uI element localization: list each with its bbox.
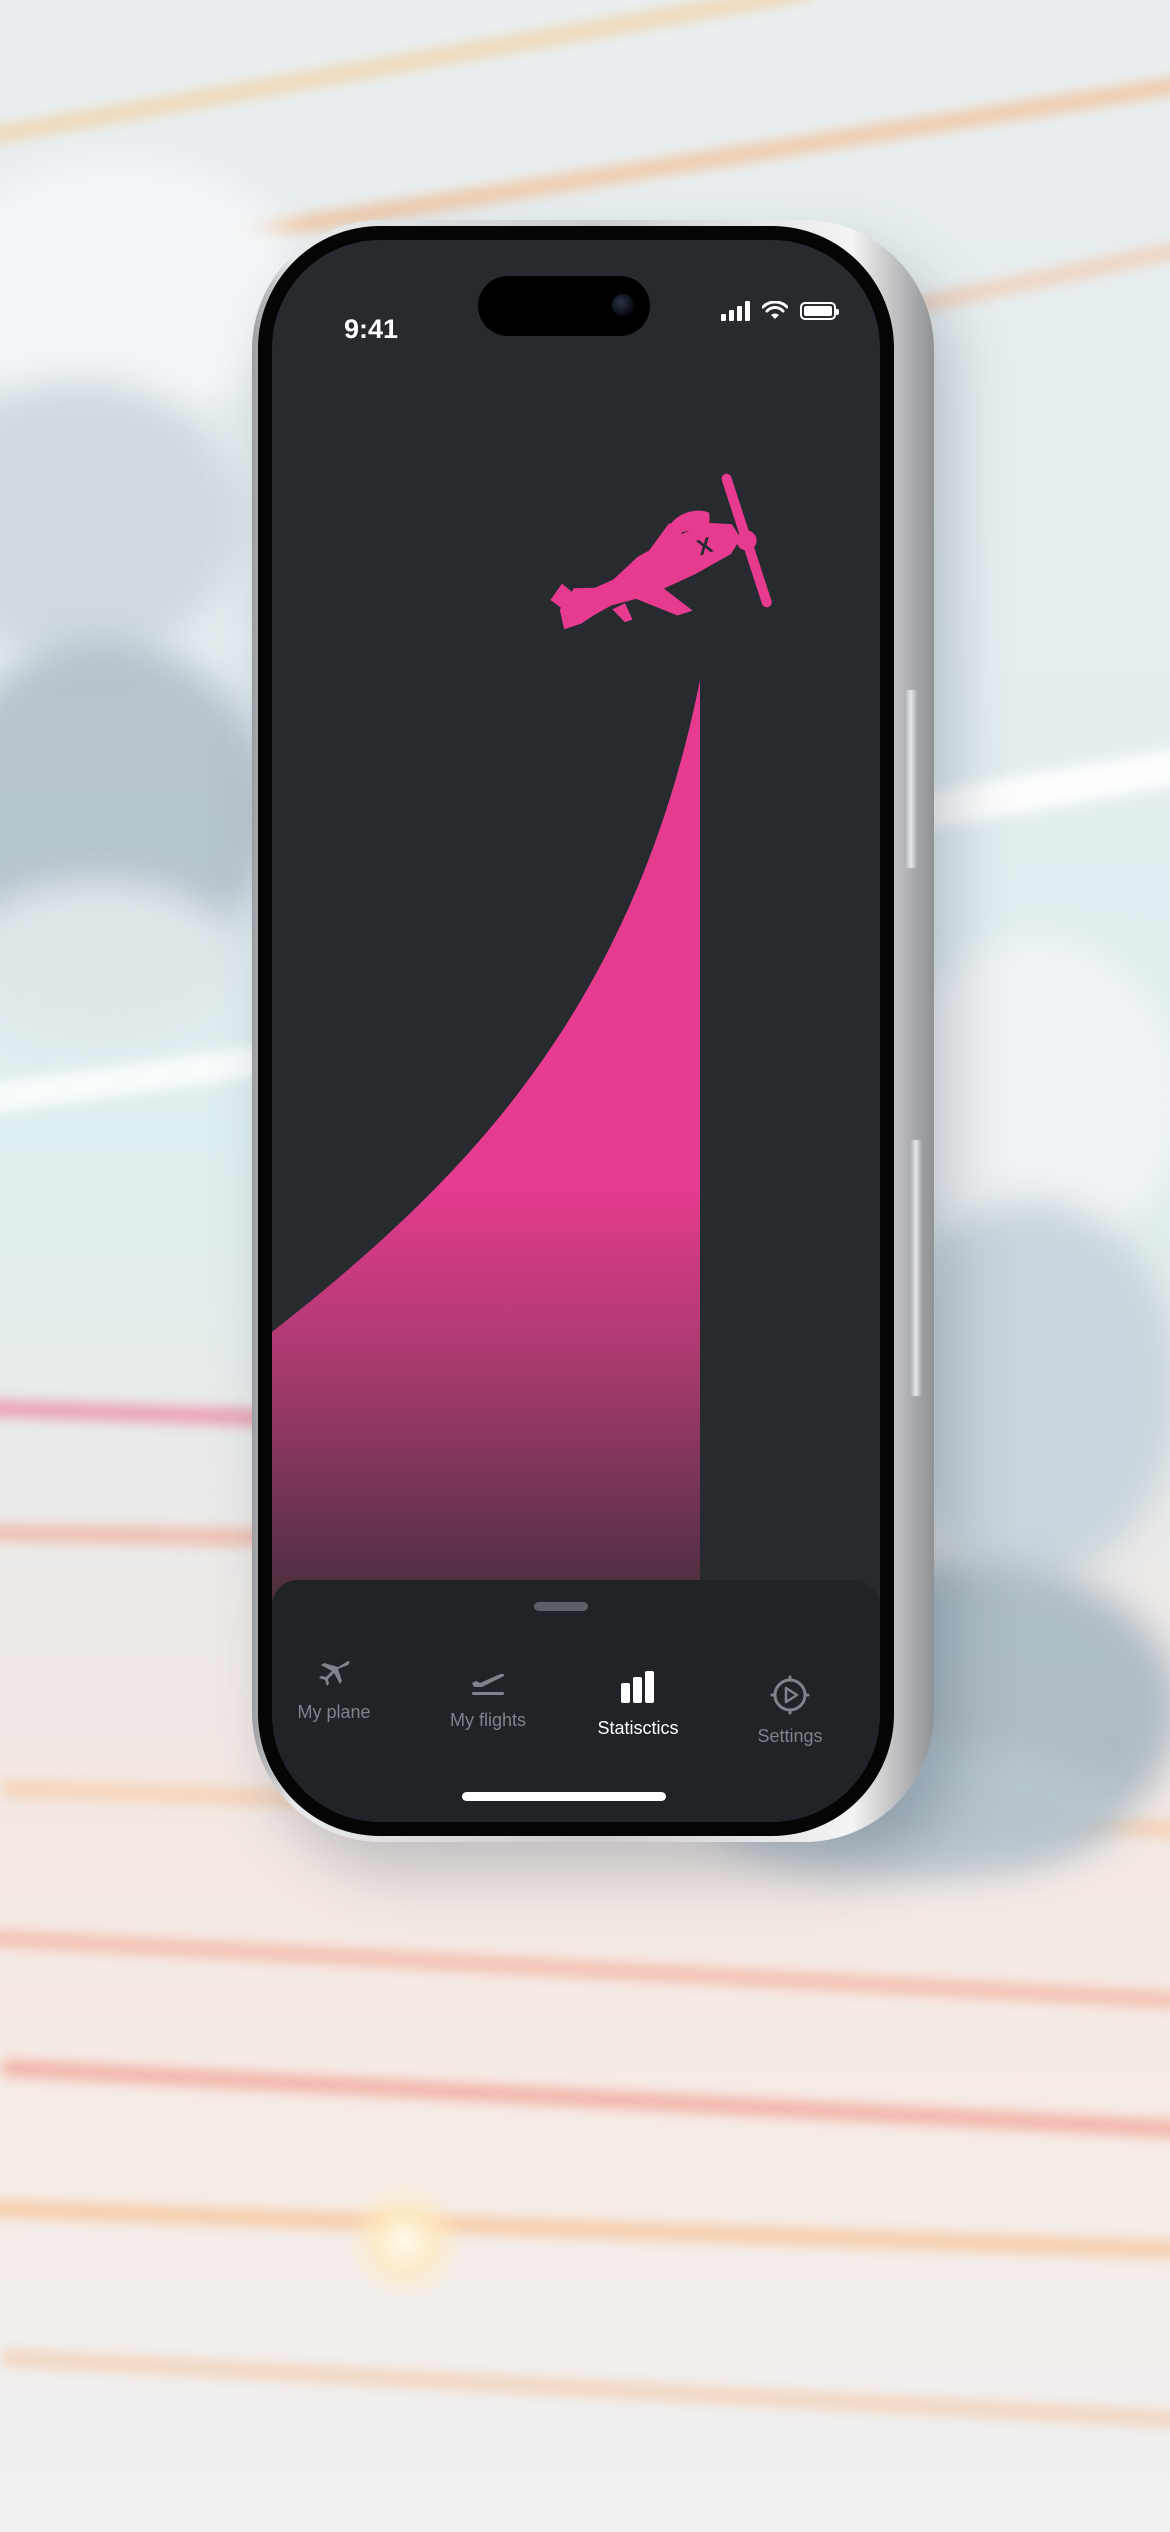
tab-my-flights[interactable]: My flights <box>428 1656 548 1731</box>
airplane-icon <box>319 1661 350 1686</box>
tab-label: My flights <box>449 1710 527 1730</box>
side-button <box>910 1140 922 1396</box>
sheet-handle[interactable] <box>534 1602 588 1611</box>
settings-icon <box>770 1675 810 1715</box>
status-icons <box>721 294 839 328</box>
status-time: 9:41 <box>344 314 399 344</box>
tab-label: Statisctics <box>597 1718 679 1738</box>
tab-my-plane[interactable]: My plane <box>274 1648 394 1723</box>
takeoff-icon <box>472 1673 505 1695</box>
phone-mockup: X 9:41 My plane My flights Statisctics S… <box>0 0 1170 2532</box>
tab-label: Settings <box>757 1726 823 1746</box>
volume-button <box>904 690 918 868</box>
graph-curve-area <box>272 680 700 1600</box>
signal-icon <box>721 301 750 321</box>
bar-chart-icon <box>621 1671 654 1703</box>
wifi-icon <box>762 301 788 319</box>
battery-icon <box>800 302 839 320</box>
tab-statistics[interactable]: Statisctics <box>578 1664 698 1739</box>
airplane-icon: X <box>550 473 772 630</box>
phone-screen: X 9:41 My plane My flights Statisctics S… <box>272 240 880 1822</box>
tab-label: My plane <box>297 1702 371 1722</box>
home-indicator[interactable] <box>462 1792 666 1801</box>
tab-bar: My plane My flights Statisctics Settings <box>272 1580 880 1822</box>
dynamic-island <box>478 276 650 336</box>
camera-icon <box>612 294 634 316</box>
tab-settings[interactable]: Settings <box>730 1672 850 1747</box>
